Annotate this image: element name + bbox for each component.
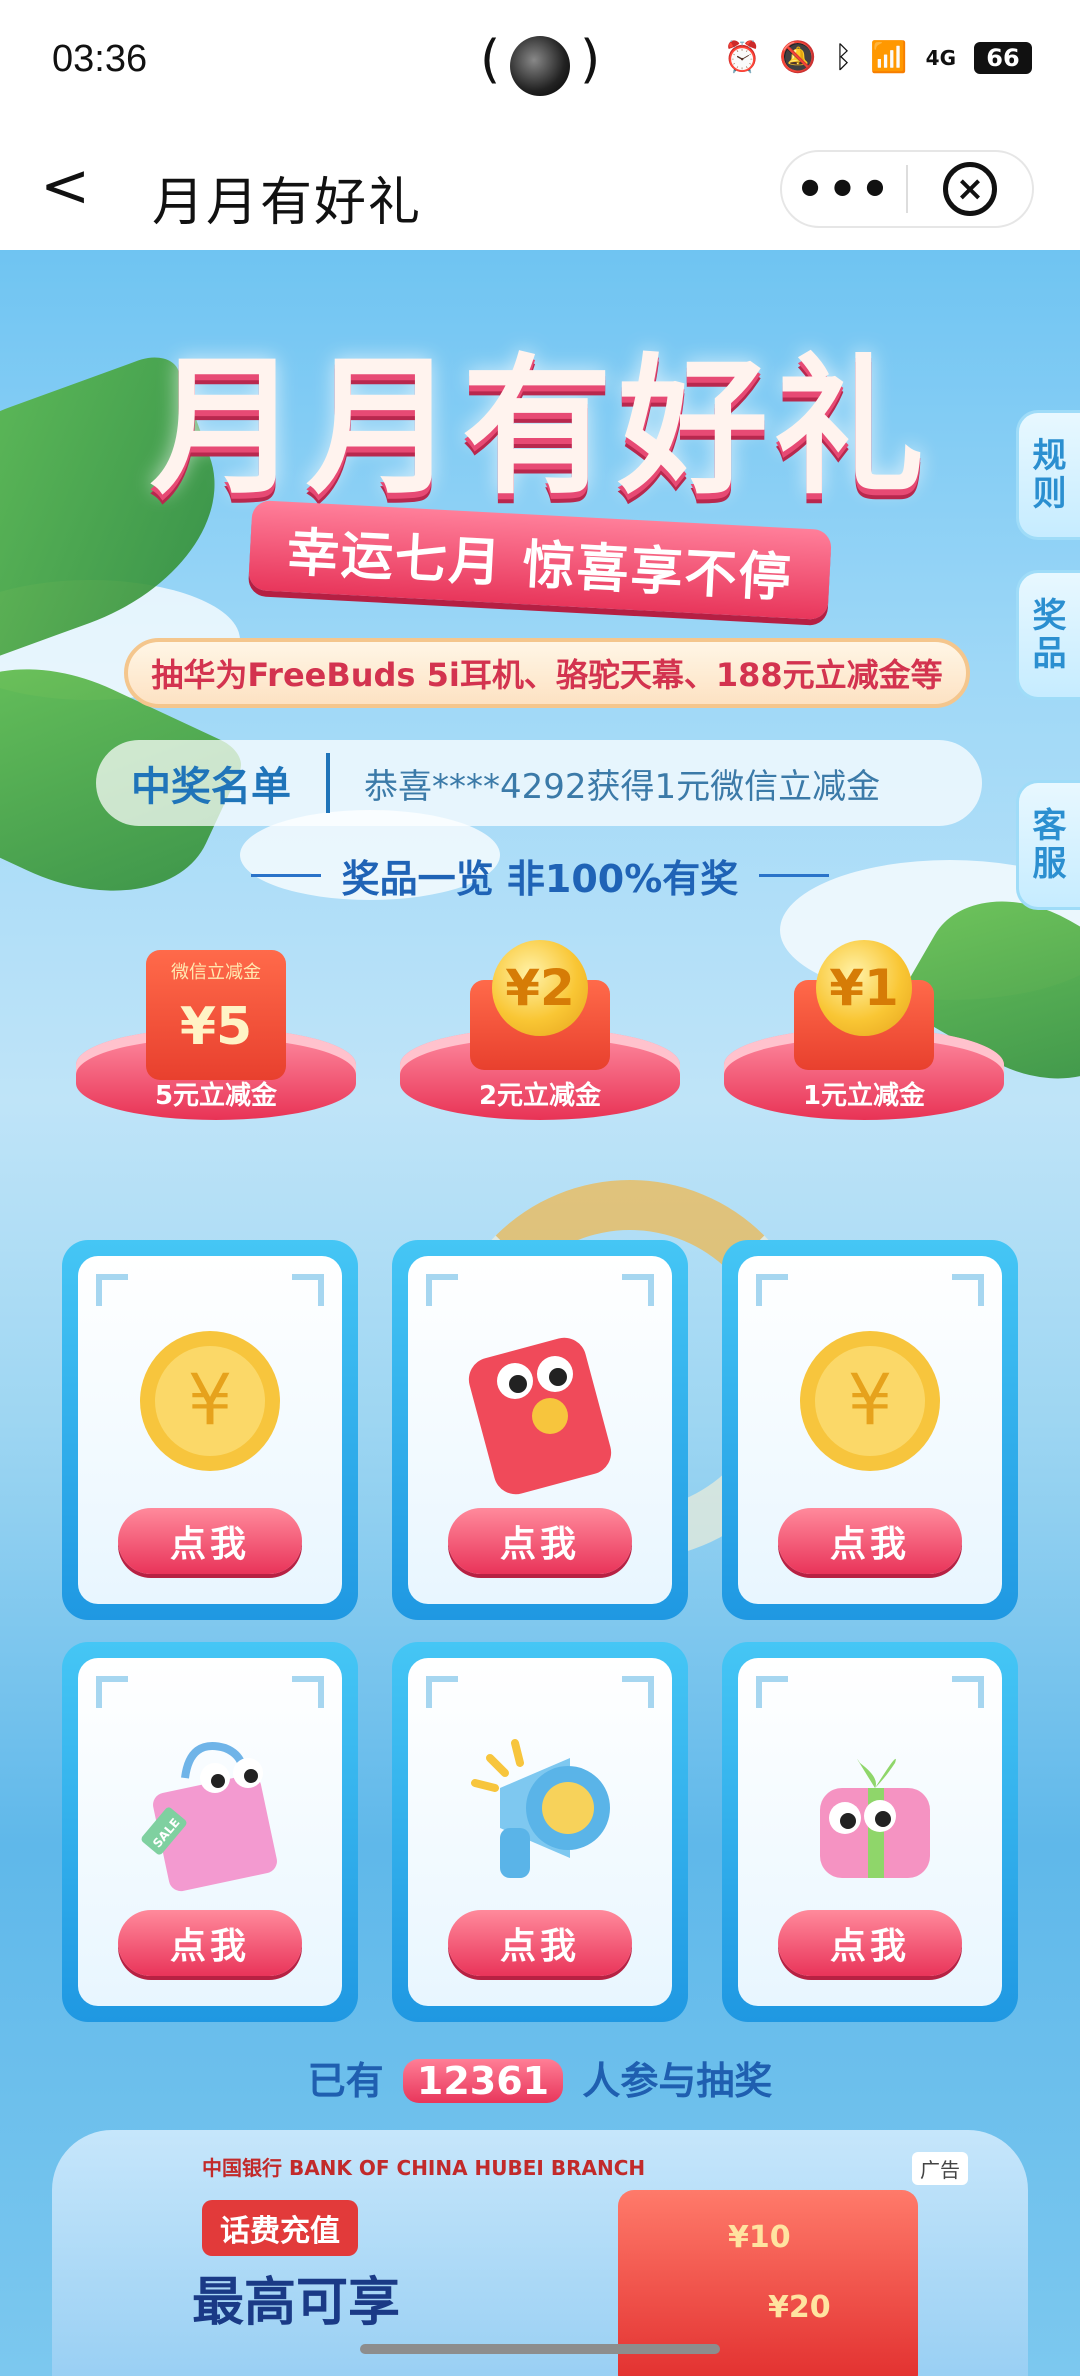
close-icon: × — [942, 162, 997, 216]
red-envelope-icon: 微信立减金 ¥5 — [146, 950, 286, 1080]
wifi-icon: 📶 — [870, 40, 908, 75]
prizes-heading: 奖品一览 非100%有奖 — [0, 848, 1080, 903]
prize-label: 1元立减金 — [802, 1081, 926, 1111]
mute-icon: 🔕 — [778, 40, 817, 75]
prize-item-2: ¥2 2元立减金 — [400, 940, 680, 1120]
draw-button[interactable]: 点我 — [118, 1508, 302, 1574]
winners-message: 恭喜****4292获得1元微信立减金 — [364, 766, 881, 807]
alarm-icon: ⏰ — [723, 40, 761, 75]
draw-card[interactable]: 点我 — [392, 1240, 688, 1620]
gold-coin-icon: ¥ — [135, 1326, 285, 1480]
bank-logo: 中国银行 BANK OF CHINA HUBEI BRANCH — [202, 2156, 646, 2180]
mini-program-capsule: ••• × — [780, 150, 1034, 228]
battery-icon: 66 — [974, 41, 1032, 74]
bluetooth-icon: ᛒ — [834, 40, 853, 75]
signal-4g-icon: 4G — [925, 45, 956, 70]
participants-count: 已有 12361 人参与抽奖 — [307, 2059, 773, 2103]
draw-card[interactable]: ¥ 点我 — [62, 1240, 358, 1620]
title-bar: < 月月有好礼 ••• × — [0, 126, 1080, 250]
draw-card[interactable]: ¥ 点我 — [722, 1240, 1018, 1620]
svg-text:¥: ¥ — [188, 1359, 233, 1441]
close-button[interactable]: × — [908, 162, 1032, 216]
svg-text:¥: ¥ — [848, 1359, 893, 1441]
winners-ticker: 中奖名单 恭喜****4292获得1元微信立减金 — [96, 740, 982, 826]
status-bar: 03:36 ( ) ⏰ 🔕 ᛒ 📶 4G 66 — [0, 0, 1080, 126]
shopping-bag-icon: SALE — [130, 1728, 290, 1902]
prize-item-1: ¥1 1元立减金 — [724, 940, 1004, 1120]
ad-headline: 最高可享 — [192, 2273, 401, 2333]
more-button[interactable]: ••• — [782, 166, 906, 212]
coin-icon: ¥2 — [492, 940, 588, 1036]
avatar — [510, 36, 570, 96]
draw-button[interactable]: 点我 — [118, 1910, 302, 1976]
red-envelope-mascot-icon — [460, 1326, 620, 1500]
megaphone-icon — [460, 1728, 620, 1902]
coin-icon: ¥1 — [816, 940, 912, 1036]
camera-indicator: ( ) — [480, 30, 600, 100]
gift-box-icon — [790, 1728, 950, 1902]
tab-rules[interactable]: 规则 — [1016, 410, 1080, 540]
draw-card[interactable]: SALE 点我 — [62, 1642, 358, 2022]
prize-item-5: 微信立减金 ¥5 5元立减金 — [76, 940, 356, 1120]
tab-prizes[interactable]: 奖品 — [1016, 570, 1080, 700]
home-indicator[interactable] — [360, 2344, 720, 2354]
activity-page[interactable]: 月月有好礼 幸运七月 惊喜享不停 抽华为FreeBuds 5i耳机、骆驼天幕、1… — [0, 250, 1080, 2376]
prize-label: 2元立减金 — [478, 1081, 602, 1111]
ad-tag: 广告 — [912, 2152, 968, 2185]
back-button[interactable]: < — [40, 156, 90, 216]
ad-recharge-badge: 话费充值 — [202, 2200, 358, 2256]
hero-title: 月月有好礼 — [150, 341, 931, 515]
page-title: 月月有好礼 — [152, 173, 423, 233]
draw-button[interactable]: 点我 — [448, 1910, 632, 1976]
draw-card[interactable]: 点我 — [722, 1642, 1018, 2022]
participants-number: 12361 — [402, 2059, 564, 2103]
winners-label: 中奖名单 — [131, 764, 291, 810]
prize-label: 5元立减金 — [154, 1081, 278, 1111]
status-time: 03:36 — [52, 38, 148, 80]
gold-coin-icon: ¥ — [795, 1326, 945, 1480]
draw-card[interactable]: 点我 — [392, 1642, 688, 2022]
prize-subtitle: 抽华为FreeBuds 5i耳机、骆驼天幕、188元立减金等 — [124, 638, 970, 708]
draw-button[interactable]: 点我 — [448, 1508, 632, 1574]
status-icons: ⏰ 🔕 ᛒ 📶 4G 66 — [724, 40, 1032, 75]
draw-button[interactable]: 点我 — [778, 1910, 962, 1976]
ad-banner[interactable]: 中国银行 BANK OF CHINA HUBEI BRANCH 广告 话费充值 … — [52, 2130, 1028, 2376]
draw-button[interactable]: 点我 — [778, 1508, 962, 1574]
